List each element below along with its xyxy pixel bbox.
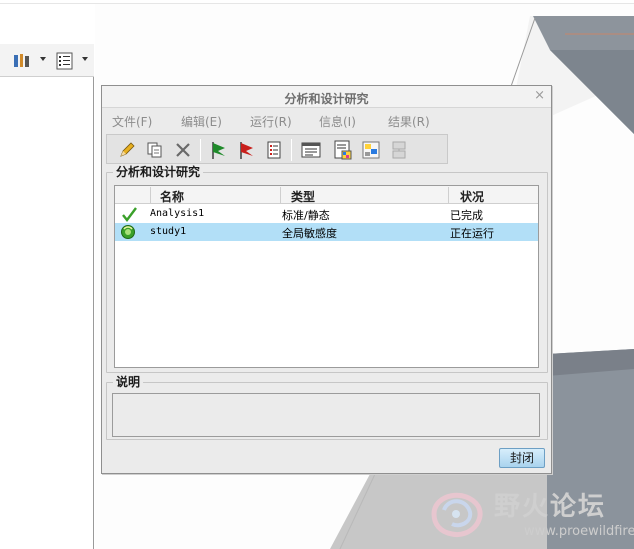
studies-group: 分析和设计研究 名称 类型 状况 Analysis1 标准/静态 已完成 stu… [106, 165, 548, 373]
summary-icon[interactable] [299, 138, 323, 162]
dialog-toolbar [106, 134, 448, 164]
report-icon[interactable] [387, 138, 411, 162]
menu-info[interactable]: 信息(I) [319, 113, 356, 130]
checkmark-icon [122, 207, 137, 222]
column-divider [280, 187, 281, 203]
close-icon[interactable]: × [534, 88, 545, 103]
watermark-text: 野火论坛 [494, 492, 607, 522]
dialog-title: 分析和设计研究 [284, 92, 369, 106]
study-name: Analysis1 [150, 208, 205, 219]
stop-flag-icon[interactable] [234, 138, 258, 162]
menu-run[interactable]: 运行(R) [250, 113, 292, 130]
study-type: 标准/静态 [282, 209, 330, 222]
table-row-selected[interactable]: study1 全局敏感度 正在运行 [115, 223, 538, 241]
settings-tools-icon[interactable] [12, 52, 32, 70]
menu-edit[interactable]: 编辑(E) [181, 113, 222, 130]
column-type[interactable]: 类型 [291, 188, 315, 205]
copy-icon[interactable] [143, 138, 167, 162]
study-name: study1 [150, 226, 187, 237]
tree-filter-icon[interactable] [55, 52, 75, 70]
watermark-url: www.proewildfire.cn [524, 524, 634, 539]
description-field[interactable] [112, 393, 540, 437]
toolbar-separator [200, 139, 201, 161]
list-header: 名称 类型 状况 [115, 186, 538, 204]
menu-results[interactable]: 结果(R) [388, 113, 430, 130]
table-row[interactable]: Analysis1 标准/静态 已完成 [115, 205, 538, 223]
toolbar-separator [291, 139, 292, 161]
delete-icon[interactable] [171, 138, 195, 162]
display-results-icon[interactable] [331, 138, 355, 162]
study-status: 正在运行 [450, 227, 494, 240]
dialog-titlebar[interactable]: 分析和设计研究 × [102, 86, 551, 108]
running-icon [121, 225, 135, 239]
column-divider [150, 187, 151, 203]
studies-group-label: 分析和设计研究 [113, 165, 204, 179]
close-button[interactable]: 封闭 [499, 448, 545, 468]
column-status[interactable]: 状况 [460, 188, 484, 205]
status-list-icon[interactable] [262, 138, 286, 162]
forum-watermark: 野火论坛 www.proewildfire.cn [424, 482, 634, 544]
model-tree-panel[interactable] [0, 44, 94, 549]
column-name[interactable]: 名称 [160, 188, 184, 205]
description-group: 说明 [106, 375, 548, 440]
edit-icon[interactable] [115, 138, 139, 162]
studies-list[interactable]: 名称 类型 状况 Analysis1 标准/静态 已完成 study1 全局敏感… [114, 185, 539, 368]
watermark-logo-icon [431, 492, 483, 538]
menu-file[interactable]: 文件(F) [112, 113, 152, 130]
column-divider [448, 187, 449, 203]
settings-dropdown-icon[interactable] [40, 57, 46, 61]
start-flag-icon[interactable] [206, 138, 230, 162]
filter-dropdown-icon[interactable] [82, 57, 88, 61]
config-icon[interactable] [359, 138, 383, 162]
study-status: 已完成 [450, 209, 483, 222]
study-type: 全局敏感度 [282, 227, 337, 240]
menubar: 文件(F) 编辑(E) 运行(R) 信息(I) 结果(R) [102, 108, 551, 132]
description-label: 说明 [113, 375, 144, 389]
analysis-design-study-dialog: 分析和设计研究 × 文件(F) 编辑(E) 运行(R) 信息(I) 结果(R) [101, 85, 552, 474]
